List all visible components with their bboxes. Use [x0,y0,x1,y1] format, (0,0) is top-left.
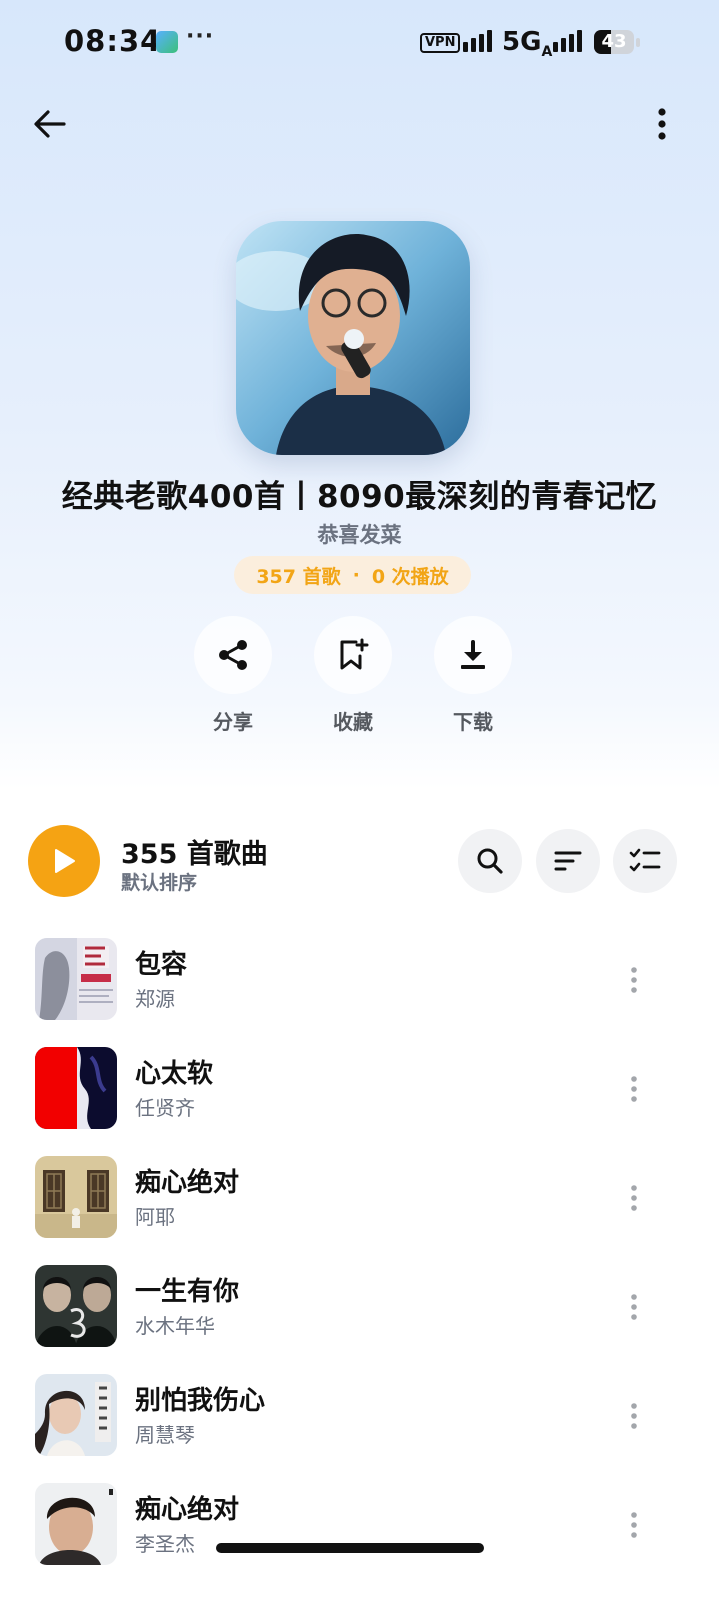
network-type: 5GA [502,27,553,61]
signal-icon-2 [553,30,582,52]
song-artist: 郑源 [135,987,175,1011]
home-indicator[interactable] [216,1543,484,1553]
song-artist: 周慧琴 [135,1423,195,1447]
playlist-cover-image [236,221,470,455]
song-cover [35,1374,117,1456]
share-label: 分享 [213,710,253,734]
multi-select-button[interactable] [613,829,677,893]
sort-mode-label[interactable]: 默认排序 [121,868,197,895]
song-more-button[interactable] [620,1503,648,1547]
battery-icon: 43 [594,30,634,54]
song-cover [35,1156,117,1238]
download-button[interactable]: 下载 [434,616,512,735]
song-row[interactable]: 包容 郑源 [0,938,719,1048]
song-cover [35,938,117,1020]
bookmark-add-icon [340,638,369,670]
collect-button[interactable]: 收藏 [314,616,392,735]
song-row[interactable]: 痴心绝对 阿耶 [0,1156,719,1266]
more-vertical-icon [658,108,666,140]
song-list-count: 355 首歌曲 [121,839,268,870]
playlist-creator[interactable]: 恭喜发菜 [0,519,719,549]
play-count: 0 次播放 [371,565,449,588]
song-artist: 任贤齐 [135,1096,195,1120]
play-all-button[interactable] [28,825,100,897]
more-vertical-icon [631,1512,637,1538]
search-button[interactable] [458,829,522,893]
signal-icon [463,30,492,52]
song-cover [35,1047,117,1129]
vpn-badge: VPN [420,33,461,53]
song-row[interactable]: 一生有你 水木年华 [0,1265,719,1375]
song-cover [35,1265,117,1347]
song-list-header: 355 首歌曲 默认排序 [0,822,719,902]
more-vertical-icon [631,1076,637,1102]
more-vertical-icon [631,1403,637,1429]
song-more-button[interactable] [620,1285,648,1329]
song-artist: 李圣杰 [135,1532,195,1556]
song-row[interactable]: 别怕我伤心 周慧琴 [0,1374,719,1484]
notification-app-icon [156,31,178,53]
download-label: 下载 [453,710,493,734]
share-button-circle[interactable] [194,616,272,694]
song-row[interactable]: 心太软 任贤齐 [0,1047,719,1157]
song-artist: 水木年华 [135,1314,215,1338]
checklist-icon [629,848,661,872]
share-button[interactable]: 分享 [194,616,272,735]
song-title: 痴心绝对 [135,1168,240,1198]
stats-separator: · [352,564,360,586]
song-count: 357 首歌 [256,565,341,588]
more-options-button[interactable] [640,100,684,148]
song-title: 心太软 [135,1059,214,1089]
playlist-stats: 357 首歌 · 0 次播放 [234,556,471,594]
play-icon [55,849,75,873]
more-vertical-icon [631,967,637,993]
song-row[interactable]: 痴心绝对 李圣杰 [0,1483,719,1593]
song-more-button[interactable] [620,1176,648,1220]
back-button[interactable] [26,100,74,148]
song-title: 别怕我伤心 [135,1386,266,1416]
song-cover [35,1483,117,1565]
song-more-button[interactable] [620,958,648,1002]
playlist-title: 经典老歌400首丨8090最深刻的青春记忆 [61,479,658,515]
collect-button-circle[interactable] [314,616,392,694]
battery-level: 43 [601,31,627,52]
more-notifications-indicator: ··· [186,24,215,49]
search-icon [477,848,503,874]
collect-label: 收藏 [333,710,373,734]
download-button-circle[interactable] [434,616,512,694]
sort-icon [554,851,582,871]
song-artist: 阿耶 [135,1205,175,1229]
sort-button[interactable] [536,829,600,893]
arrow-left-icon [34,110,66,138]
more-vertical-icon [631,1185,637,1211]
song-more-button[interactable] [620,1394,648,1438]
playlist-cover[interactable] [236,221,470,455]
song-title: 一生有你 [135,1277,240,1307]
status-time: 08:34 [64,24,162,58]
more-vertical-icon [631,1294,637,1320]
status-bar: 08:34 ··· VPN 5GA 43 [0,0,719,88]
battery-tip [636,38,640,47]
song-more-button[interactable] [620,1067,648,1111]
share-icon [219,640,247,670]
song-title: 包容 [135,950,188,980]
song-title: 痴心绝对 [135,1495,240,1525]
download-icon [461,640,485,669]
